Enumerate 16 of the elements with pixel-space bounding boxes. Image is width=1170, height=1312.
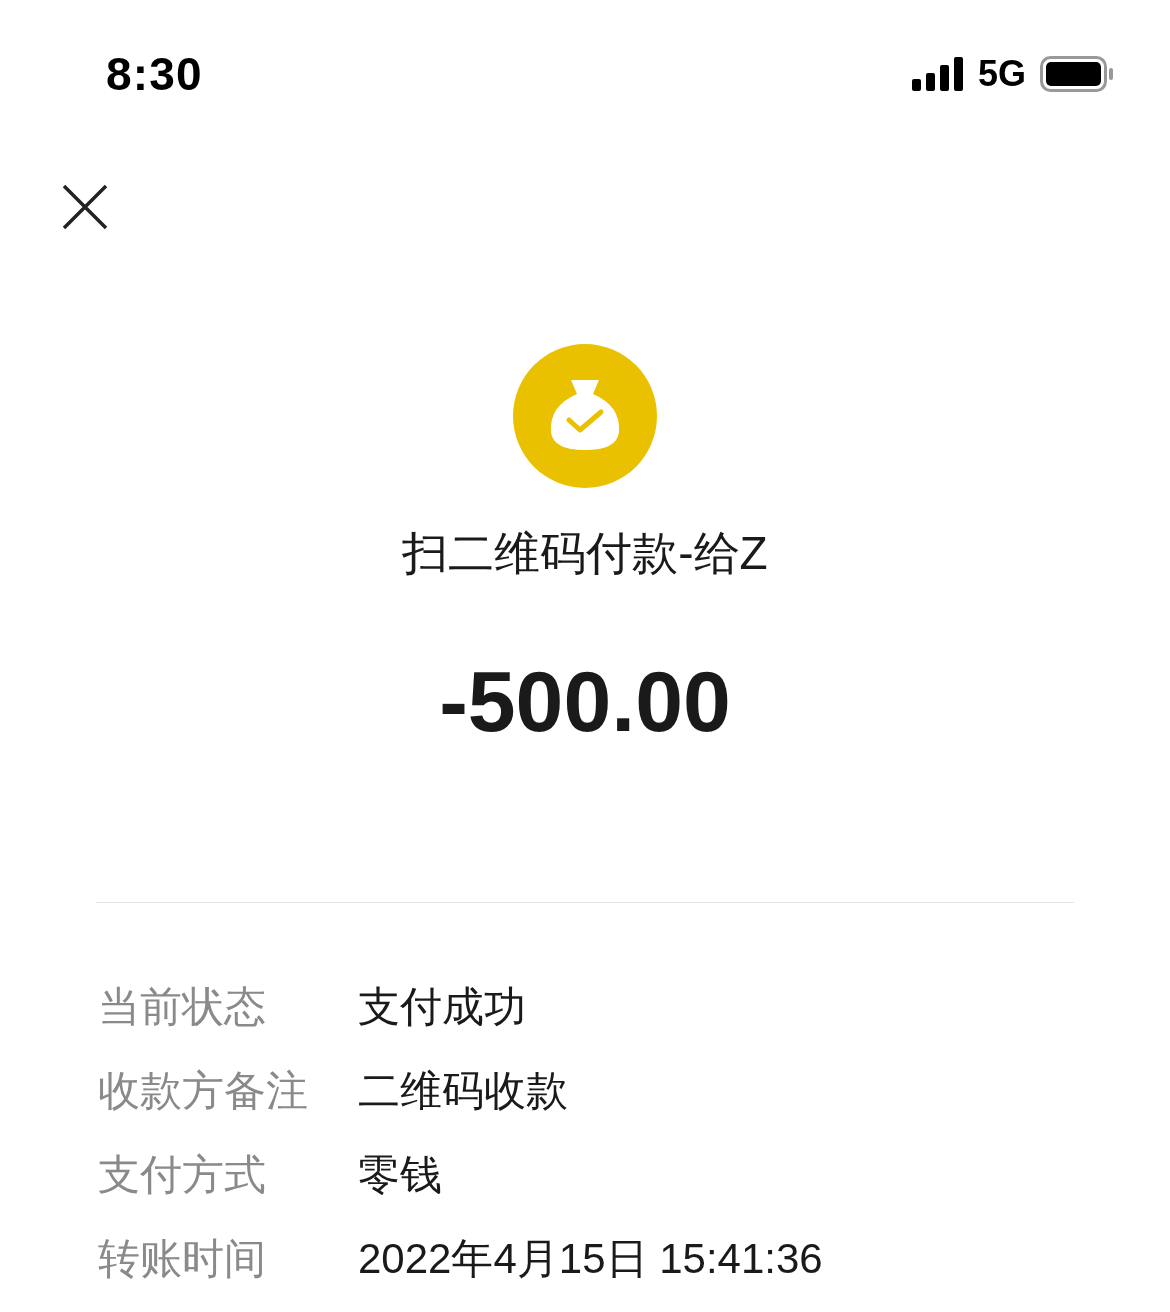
detail-value: 二维码收款 xyxy=(358,1070,568,1112)
status-time: 8:30 xyxy=(106,46,203,102)
signal-icon xyxy=(911,57,964,91)
detail-label: 收款方备注 xyxy=(98,1070,309,1112)
battery-icon xyxy=(1040,56,1114,92)
money-bag-check-icon xyxy=(513,344,657,488)
network-label: 5G xyxy=(977,52,1026,96)
detail-label: 支付方式 xyxy=(98,1154,267,1196)
detail-label: 转账时间 xyxy=(98,1238,267,1280)
detail-value: 支付成功 xyxy=(358,986,526,1028)
detail-label: 当前状态 xyxy=(98,986,267,1028)
payment-title: 扫二维码付款-给Z xyxy=(402,530,768,576)
detail-value: 零钱 xyxy=(358,1154,442,1196)
detail-value: 2022年4月15日 15:41:36 xyxy=(358,1238,823,1280)
payment-amount: -500.00 xyxy=(439,658,731,744)
close-button[interactable] xyxy=(62,184,108,230)
